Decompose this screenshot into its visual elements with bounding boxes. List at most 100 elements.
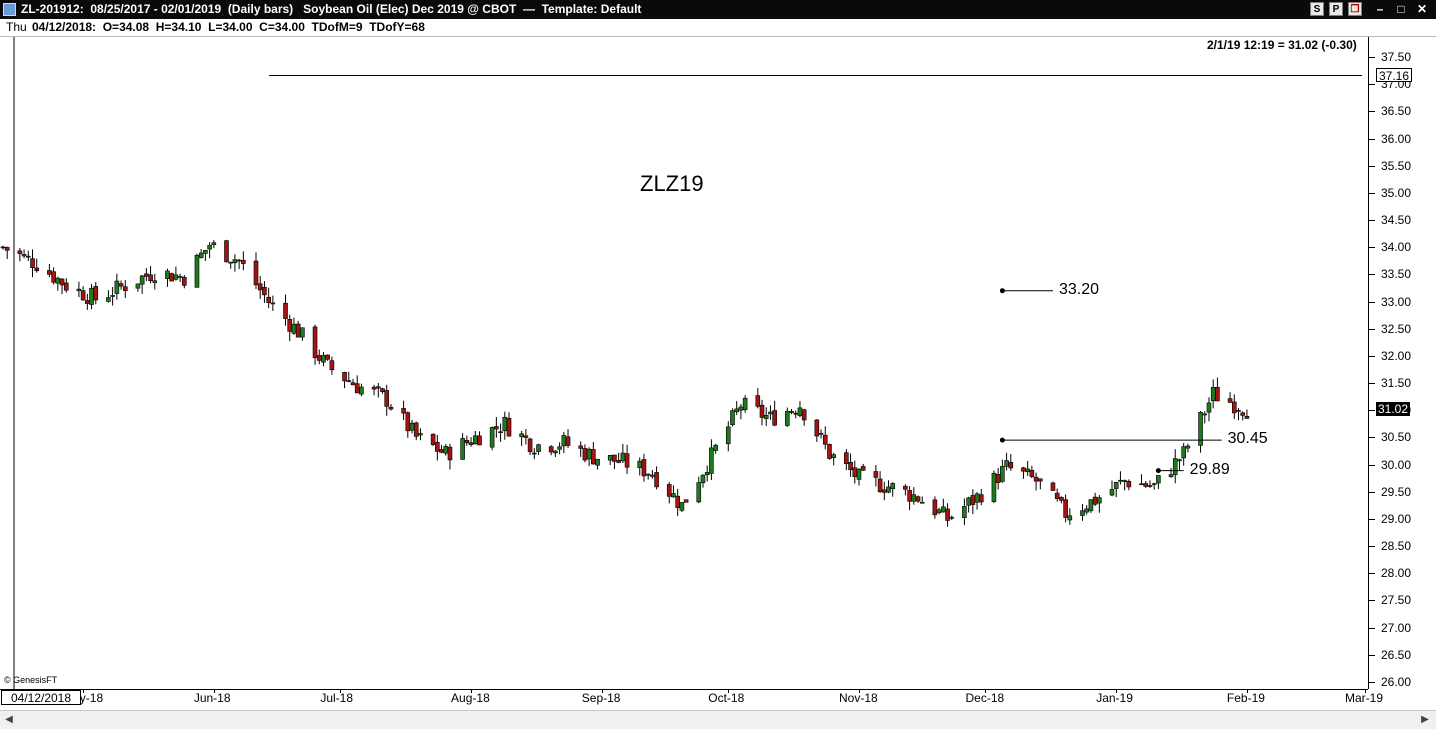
- candle-down: [1244, 415, 1250, 419]
- price-tick-mark: [1369, 166, 1375, 167]
- candle-up: [1084, 508, 1089, 513]
- candle-down: [827, 444, 832, 459]
- candle-down: [63, 282, 69, 291]
- price-tick-label: 27.50: [1381, 593, 1412, 608]
- candle-down: [1038, 478, 1043, 482]
- candle-up: [620, 452, 626, 462]
- price-tick-label: 30.00: [1381, 457, 1412, 472]
- candle-up: [742, 397, 748, 410]
- candle-up: [1025, 468, 1030, 473]
- last-price-tag: 31.02: [1376, 402, 1411, 417]
- scroll-right-icon[interactable]: ▶: [1418, 713, 1432, 727]
- time-tick-label: Nov-18: [838, 691, 878, 705]
- candle-up: [763, 415, 769, 419]
- time-tick-mark: [985, 689, 986, 693]
- candle-down: [122, 286, 128, 291]
- annotation-label[interactable]: 29.89: [1190, 461, 1230, 479]
- time-tick-label: Sep-18: [581, 691, 621, 705]
- candle-up: [203, 250, 208, 254]
- price-tick-label: 33.50: [1381, 267, 1412, 282]
- candle-down: [350, 382, 356, 386]
- day-label: Thu: [6, 20, 27, 34]
- candle-down: [51, 271, 56, 283]
- price-tick-label: 31.50: [1381, 376, 1412, 391]
- minimize-icon[interactable]: –: [1372, 0, 1388, 19]
- candle-up: [1118, 479, 1123, 482]
- time-tick-mark: [602, 689, 603, 693]
- candle-up: [595, 458, 600, 466]
- candle-up: [1151, 483, 1157, 485]
- candle-down: [801, 409, 807, 421]
- annotation-label[interactable]: 30.45: [1228, 430, 1268, 448]
- candle-down: [342, 372, 347, 382]
- price-tick-label: 28.00: [1381, 566, 1412, 581]
- time-tick-mark: [728, 689, 729, 693]
- candle-down: [17, 250, 23, 254]
- price-tick-mark: [1369, 410, 1375, 411]
- candle-up: [76, 288, 82, 292]
- candle-down: [224, 240, 229, 263]
- price-tick-mark: [1369, 302, 1375, 303]
- annotation-label[interactable]: 33.20: [1059, 281, 1099, 299]
- candle-down: [641, 459, 647, 477]
- candle-down: [1050, 482, 1056, 491]
- chart-plot-area[interactable]: [0, 37, 1368, 689]
- candle-up: [135, 283, 141, 289]
- candle-up: [194, 254, 200, 288]
- candle-up: [460, 438, 465, 460]
- candle-down: [873, 471, 879, 478]
- candle-up: [114, 280, 120, 294]
- horizontal-scrollbar[interactable]: ◀ ▶: [0, 710, 1436, 729]
- p-button[interactable]: P: [1329, 2, 1343, 16]
- candle-up: [207, 245, 212, 250]
- candle-up: [409, 422, 415, 431]
- price-chart[interactable]: [0, 37, 1368, 689]
- candle-down: [1215, 386, 1220, 402]
- price-tick-label: 35.50: [1381, 158, 1412, 173]
- candle-down: [995, 474, 1001, 484]
- candle-up: [1168, 474, 1174, 478]
- price-tick-label: 26.50: [1381, 647, 1412, 662]
- detach-button[interactable]: ❐: [1348, 2, 1362, 16]
- candle-down: [329, 360, 335, 371]
- price-tick-mark: [1369, 247, 1375, 248]
- time-tick-label: Jan-19: [1096, 691, 1133, 705]
- candle-up: [359, 386, 364, 395]
- candle-down: [970, 495, 976, 505]
- candle-up: [489, 427, 495, 448]
- candle-up: [734, 408, 740, 413]
- scroll-left-icon[interactable]: ◀: [2, 713, 16, 727]
- price-tick-label: 27.00: [1381, 620, 1412, 635]
- candle-up: [300, 327, 305, 338]
- annotation-anchor-dot: [999, 437, 1005, 443]
- close-icon[interactable]: ✕: [1414, 0, 1430, 19]
- price-tick-mark: [1369, 573, 1375, 574]
- candle-down: [523, 435, 529, 438]
- price-tick-mark: [1369, 193, 1375, 194]
- candle-down: [295, 323, 301, 338]
- candle-up: [856, 468, 862, 480]
- candle-up: [110, 295, 115, 297]
- candle-up: [966, 497, 971, 506]
- candle-down: [312, 326, 318, 358]
- price-tick-label: 32.00: [1381, 348, 1412, 363]
- price-tick-label: 32.50: [1381, 321, 1412, 336]
- candle-up: [152, 280, 158, 283]
- candle-down: [85, 300, 90, 304]
- candle-up: [936, 509, 942, 514]
- candle-down: [236, 259, 242, 262]
- price-tick-label: 29.00: [1381, 511, 1412, 526]
- candle-up: [607, 454, 613, 461]
- time-tick-mark: [83, 689, 84, 693]
- s-button[interactable]: S: [1310, 2, 1324, 16]
- window-title: ZL-201912: 08/25/2017 - 02/01/2019 (Dail…: [21, 2, 642, 16]
- maximize-icon[interactable]: □: [1393, 0, 1409, 19]
- time-tick-mark: [1116, 689, 1117, 693]
- candle-down: [477, 435, 482, 446]
- candle-down: [413, 422, 419, 437]
- candle-up: [553, 450, 558, 454]
- candle-up: [26, 255, 31, 258]
- candle-down: [881, 489, 887, 493]
- price-tick-mark: [1369, 274, 1375, 275]
- cursor-date-box: 04/12/2018: [1, 690, 81, 705]
